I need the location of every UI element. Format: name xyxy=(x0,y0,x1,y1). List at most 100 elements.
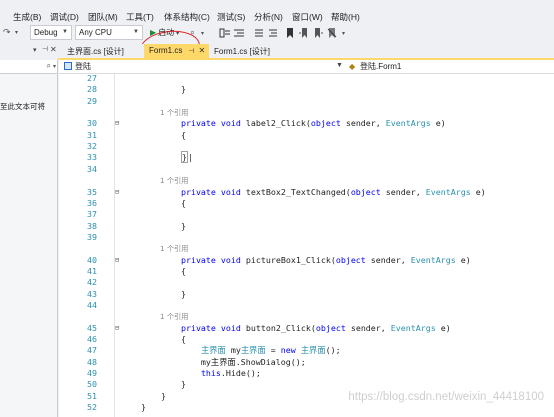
play-icon: ▶ xyxy=(150,28,157,37)
code-text: { xyxy=(121,265,186,276)
chevron-down-icon: ▼ xyxy=(336,62,343,69)
attach-icon[interactable]: ⌕ xyxy=(190,27,195,38)
code-line: 36 { xyxy=(59,198,554,209)
line-number: 37 xyxy=(87,209,97,220)
pin-icon[interactable]: ⊣ xyxy=(42,45,48,53)
toolbar: ↷ ▾ Debug ▼ Any CPU ▼ ▶ 启动 ▾ ⌕ ▾ ▾ xyxy=(0,22,554,68)
code-text: my主界面.ShowDialog(); xyxy=(121,356,306,367)
line-number: 39 xyxy=(87,231,97,242)
line-number: 36 xyxy=(87,197,97,208)
code-line: 32 xyxy=(59,141,554,152)
platform-dropdown[interactable]: Any CPU ▼ xyxy=(75,25,143,40)
code-line: 52 } xyxy=(59,402,554,413)
line-number: 33 xyxy=(87,152,97,163)
tab-main-form-design[interactable]: 主界面.cs [设计] xyxy=(62,44,129,59)
reference-count-link[interactable]: 1 个引用 xyxy=(160,311,188,322)
type-name: 登陆.Form1 xyxy=(360,62,402,71)
watermark: https://blog.csdn.net/weixin_44418100 xyxy=(348,391,544,403)
toolbar-overflow-icon[interactable]: ▾ xyxy=(201,30,204,37)
collapse-icon[interactable]: ⊟ xyxy=(115,323,119,334)
editor-navigation-bar: 登陆 ▼ ◆ 登陆.Form1 xyxy=(59,60,554,74)
line-number: 30 xyxy=(87,118,97,129)
line-number: 50 xyxy=(87,379,97,390)
code-line: 41 { xyxy=(59,266,554,277)
uncomment-icon[interactable] xyxy=(267,27,279,39)
configuration-dropdown[interactable]: Debug ▼ xyxy=(30,25,72,40)
format-icon[interactable] xyxy=(219,27,231,39)
collapse-icon[interactable]: ⊟ xyxy=(115,255,119,266)
code-line: 34 xyxy=(59,164,554,175)
code-line: 46 { xyxy=(59,334,554,345)
line-number: 49 xyxy=(87,368,97,379)
document-tab-row: 主界面.cs [设计] Form1.cs ⊣ ✕ Form1.cs [设计] xyxy=(58,44,554,60)
code-line: 48 my主界面.ShowDialog(); xyxy=(59,357,554,368)
code-text: { xyxy=(121,334,186,345)
panel-search-input[interactable]: ⌕ ▾ xyxy=(0,60,57,74)
reference-count-link[interactable]: 1 个引用 xyxy=(160,243,188,254)
line-number: 41 xyxy=(87,265,97,276)
project-name: 登陆 xyxy=(75,62,91,71)
line-number: 42 xyxy=(87,277,97,288)
code-line: 45 ⊟ private void button2_Click(object se… xyxy=(59,323,554,334)
collapse-icon[interactable]: ⊟ xyxy=(115,187,119,198)
code-text: private void label2_Click(object sender,… xyxy=(180,118,446,129)
reference-count-link[interactable]: 1 个引用 xyxy=(160,175,188,186)
search-icon[interactable]: ⌕ xyxy=(47,61,51,71)
close-icon[interactable]: ✕ xyxy=(198,46,205,55)
code-line: 40 ⊟ private void pictureBox1_Click(objec… xyxy=(59,255,554,266)
tab-form1-cs[interactable]: Form1.cs ⊣ ✕ xyxy=(144,44,209,59)
next-bookmark-icon[interactable] xyxy=(312,27,324,39)
code-text: } xyxy=(121,220,186,231)
code-text: private void textBox2_TextChanged(object… xyxy=(180,186,486,197)
close-icon[interactable]: ✕ xyxy=(50,45,57,54)
reference-hint-line: 1 个引用 xyxy=(59,107,554,118)
tab-label: Form1.cs [设计] xyxy=(214,47,271,56)
reference-count-link[interactable]: 1 个引用 xyxy=(160,107,188,118)
code-line: 31 { xyxy=(59,130,554,141)
toolbar-overflow-icon[interactable]: ▾ xyxy=(342,30,345,37)
pin-icon[interactable]: ⊣ xyxy=(188,48,194,55)
reference-hint-line: 1 个引用 xyxy=(59,175,554,186)
code-line: 29 xyxy=(59,96,554,107)
code-text: } xyxy=(121,379,186,390)
start-button[interactable]: ▶ 启动 ▾ xyxy=(148,25,184,40)
tab-form1-design[interactable]: Form1.cs [设计] xyxy=(209,44,275,59)
project-dropdown[interactable]: 登陆 ▼ xyxy=(64,61,345,73)
line-number: 38 xyxy=(87,220,97,231)
code-text: } xyxy=(121,288,186,299)
code-line: 50 } xyxy=(59,379,554,390)
code-editor[interactable]: 登陆 ▼ ◆ 登陆.Form1 27 28 } 29 1 个引用 30 ⊟ private … xyxy=(59,60,554,417)
clear-bookmarks-icon[interactable] xyxy=(326,27,338,39)
code-line: 28 } xyxy=(59,84,554,95)
panel-dropdown-icon[interactable]: ▾ xyxy=(33,46,37,54)
tab-label: Form1.cs xyxy=(149,46,183,55)
line-number: 51 xyxy=(87,390,97,401)
line-number: 52 xyxy=(87,402,97,413)
line-number: 40 xyxy=(87,254,97,265)
redo-dropdown-icon[interactable]: ▾ xyxy=(15,29,18,36)
line-number: 44 xyxy=(87,300,97,310)
type-dropdown[interactable]: ◆ 登陆.Form1 xyxy=(349,61,554,73)
chevron-down-icon: ▼ xyxy=(133,29,139,35)
line-number: 35 xyxy=(87,186,97,197)
comment-icon[interactable] xyxy=(253,27,265,39)
code-text: private void pictureBox1_Click(object se… xyxy=(180,254,471,265)
code-text: } xyxy=(121,84,186,95)
left-panel: ⌕ ▾ 至此文本可将 xyxy=(0,60,58,417)
indent-icon[interactable] xyxy=(233,27,245,39)
chevron-down-icon: ▾ xyxy=(52,64,56,70)
redo-icon[interactable]: ↷ xyxy=(3,27,11,38)
code-line: 30 ⊟ private void label2_Click(object sen… xyxy=(59,118,554,129)
line-number: 48 xyxy=(87,356,97,367)
panel-text: 至此文本可将 xyxy=(0,102,45,111)
code-line: 27 xyxy=(59,73,554,84)
collapse-icon[interactable]: ⊟ xyxy=(115,118,119,129)
code-text: }| xyxy=(180,151,193,164)
left-panel-header: ▾ ⊣ ✕ xyxy=(0,44,58,60)
prev-bookmark-icon[interactable] xyxy=(298,27,310,39)
bookmark-icon[interactable] xyxy=(284,27,296,39)
code-line: 47 主界面 my主界面 = new 主界面(); xyxy=(59,345,554,356)
code-line: 42 xyxy=(59,277,554,288)
code-line: 33 }| xyxy=(59,151,554,164)
line-number: 34 xyxy=(87,163,97,174)
